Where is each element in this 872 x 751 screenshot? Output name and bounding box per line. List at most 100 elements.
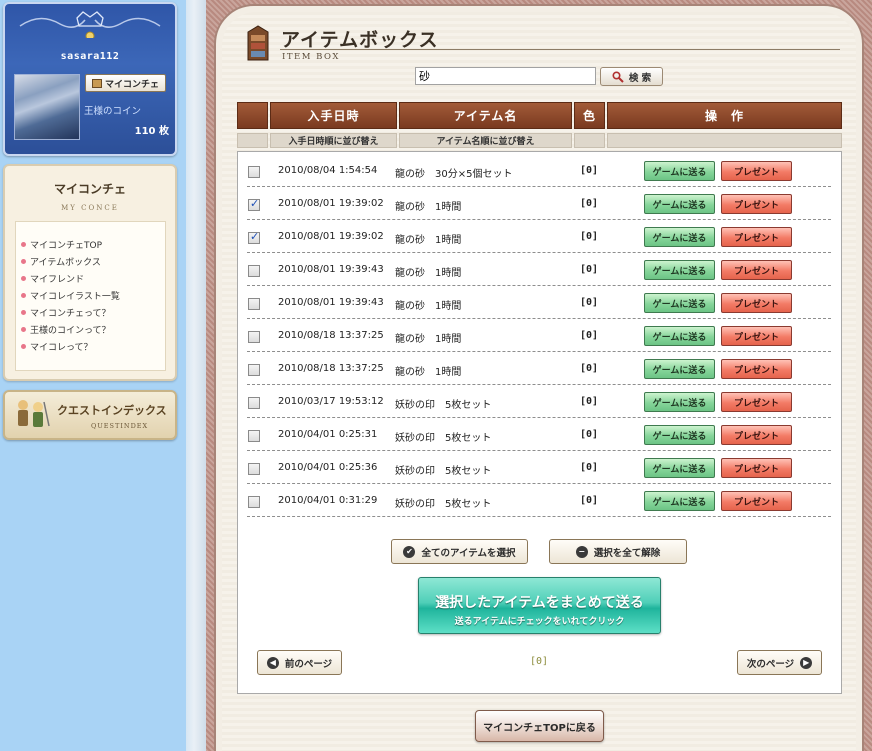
present-button[interactable]: プレゼント — [721, 458, 792, 478]
send-to-game-button[interactable]: ゲームに送る — [644, 293, 715, 313]
send-to-game-button[interactable]: ゲームに送る — [644, 326, 715, 346]
send-to-game-button[interactable]: ゲームに送る — [644, 260, 715, 280]
send-to-game-button[interactable]: ゲームに送る — [644, 491, 715, 511]
profile-panel: sasara112 マイコンチェ 王様のコイン 110 枚 — [3, 2, 177, 156]
row-checkbox[interactable] — [248, 230, 260, 244]
adventurers-icon — [18, 400, 50, 427]
present-button[interactable]: プレゼント — [721, 161, 792, 181]
present-button[interactable]: プレゼント — [721, 491, 792, 511]
bullet-icon — [21, 259, 26, 264]
search-button[interactable]: 検 索 — [600, 67, 663, 86]
present-button[interactable]: プレゼント — [721, 227, 792, 247]
myconcierge-menu: マイコンチェ MY CONCE マイコンチェTOP アイテムボックス マイフレン… — [3, 164, 177, 381]
row-checkbox[interactable] — [248, 298, 260, 310]
row-color: [0] — [580, 363, 599, 374]
arrow-right-icon: ▶ — [800, 656, 813, 669]
sort-bar-empty — [237, 133, 268, 148]
row-color: [0] — [580, 330, 599, 341]
row-checkbox[interactable] — [248, 265, 260, 277]
send-selected-button[interactable]: 選択したアイテムをまとめて送る 送るアイテムにチェックをいれてクリック — [418, 577, 661, 634]
row-checkbox[interactable] — [248, 496, 260, 508]
row-item-name: 妖砂の印 5枚セット — [395, 466, 492, 477]
questindex-subtitle: QUESTINDEX — [91, 422, 149, 430]
menu-subtitle: MY CONCE — [61, 204, 119, 212]
row-color: [0] — [580, 297, 599, 308]
box-icon — [91, 78, 102, 88]
coin-label: 王様のコイン — [84, 106, 142, 117]
myconcierge-button-label: マイコンチェ — [104, 79, 159, 90]
item-row: 2010/08/04 1:54:54 龍の砂 30分×5個セット [0] ゲームに送る… — [247, 154, 831, 187]
sort-by-date-link[interactable]: 入手日時順に並び替え — [270, 133, 397, 148]
row-color: [0] — [580, 396, 599, 407]
menu-item-top[interactable]: マイコンチェTOP — [21, 238, 102, 251]
deselect-all-button[interactable]: − 選択を全て解除 — [549, 539, 687, 564]
menu-item-friends[interactable]: マイフレンド — [21, 272, 84, 285]
menu-item-illustrations[interactable]: マイコレイラスト一覧 — [21, 289, 120, 302]
send-to-game-button[interactable]: ゲームに送る — [644, 458, 715, 478]
menu-item-about-myconcierge[interactable]: マイコンチェって？ — [21, 306, 111, 319]
row-checkbox[interactable] — [248, 397, 260, 409]
item-row: 2010/04/01 0:25:36 妖砂の印 5枚セット [0] ゲームに送る プレゼ… — [247, 451, 831, 484]
search-input[interactable] — [415, 67, 596, 85]
menu-item-label: マイフレンド — [30, 275, 85, 285]
row-checkbox[interactable] — [248, 430, 260, 442]
item-row: 2010/08/18 13:37:25 龍の砂 1時間 [0] ゲームに送る プレゼント — [247, 319, 831, 352]
back-to-top-button[interactable]: マイコンチェTOPに戻る — [475, 710, 604, 742]
row-item-name: 龍の砂 1時間 — [395, 268, 462, 279]
row-color: [0] — [580, 231, 599, 242]
item-row: 2010/03/17 19:53:12 妖砂の印 5枚セット [0] ゲームに送る プレ… — [247, 385, 831, 418]
menu-item-itembox[interactable]: アイテムボックス — [21, 255, 101, 268]
send-to-game-button[interactable]: ゲームに送る — [644, 194, 715, 214]
sort-by-item-link[interactable]: アイテム名順に並び替え — [399, 133, 572, 148]
send-to-game-button[interactable]: ゲームに送る — [644, 161, 715, 181]
send-to-game-button[interactable]: ゲームに送る — [644, 359, 715, 379]
page-title: アイテムボックス — [281, 29, 439, 51]
prev-page-button[interactable]: ◀ 前のページ — [257, 650, 342, 675]
crown-ornament-icon — [19, 11, 161, 38]
row-color: [0] — [580, 462, 599, 473]
present-button[interactable]: プレゼント — [721, 326, 792, 346]
page-indicator: [0] — [530, 656, 549, 667]
row-checkbox[interactable] — [248, 364, 260, 376]
menu-item-label: 王様のコインって？ — [30, 326, 111, 336]
row-checkbox[interactable] — [248, 197, 260, 211]
send-to-game-button[interactable]: ゲームに送る — [644, 425, 715, 445]
sort-bar-empty — [607, 133, 842, 148]
present-button[interactable]: プレゼント — [721, 359, 792, 379]
menu-item-about-mycore[interactable]: マイコレって？ — [21, 340, 93, 353]
row-date: 2010/04/01 0:25:31 — [278, 429, 378, 440]
myconcierge-button[interactable]: マイコンチェ — [85, 74, 166, 92]
row-checkbox[interactable] — [248, 463, 260, 475]
sidebar: sasara112 マイコンチェ 王様のコイン 110 枚 マイコンチェ MY … — [0, 0, 186, 751]
avatar[interactable] — [14, 74, 80, 140]
bullet-icon — [21, 327, 26, 332]
item-row: 2010/08/01 19:39:43 龍の砂 1時間 [0] ゲームに送る プレゼント — [247, 286, 831, 319]
item-row: 2010/08/18 13:37:25 龍の砂 1時間 [0] ゲームに送る プレゼント — [247, 352, 831, 385]
present-button[interactable]: プレゼント — [721, 194, 792, 214]
send-to-game-button[interactable]: ゲームに送る — [644, 227, 715, 247]
bullet-icon — [21, 276, 26, 281]
item-row: 2010/04/01 0:31:29 妖砂の印 5枚セット [0] ゲームに送る プレゼ… — [247, 484, 831, 517]
present-button[interactable]: プレゼント — [721, 392, 792, 412]
questindex-banner[interactable]: クエストインデックス QUESTINDEX — [3, 390, 177, 440]
present-button[interactable]: プレゼント — [721, 260, 792, 280]
present-button[interactable]: プレゼント — [721, 293, 792, 313]
send-to-game-button[interactable]: ゲームに送る — [644, 392, 715, 412]
divider — [186, 0, 206, 751]
row-color: [0] — [580, 198, 599, 209]
next-page-button[interactable]: 次のページ ▶ — [737, 650, 822, 675]
present-button[interactable]: プレゼント — [721, 425, 792, 445]
arrow-left-icon: ◀ — [266, 656, 279, 669]
row-item-name: 龍の砂 1時間 — [395, 367, 462, 378]
row-date: 2010/08/01 19:39:02 — [278, 231, 384, 242]
row-date: 2010/08/01 19:39:43 — [278, 264, 384, 275]
select-all-button[interactable]: ✔ 全てのアイテムを選択 — [391, 539, 528, 564]
menu-item-about-coin[interactable]: 王様のコインって？ — [21, 323, 111, 336]
row-checkbox[interactable] — [248, 166, 260, 178]
row-item-name: 龍の砂 1時間 — [395, 202, 462, 213]
row-checkbox[interactable] — [248, 331, 260, 343]
column-header-item: アイテム名 — [399, 102, 572, 129]
row-date: 2010/04/01 0:31:29 — [278, 495, 378, 506]
row-color: [0] — [580, 165, 599, 176]
sort-bar-empty — [574, 133, 605, 148]
